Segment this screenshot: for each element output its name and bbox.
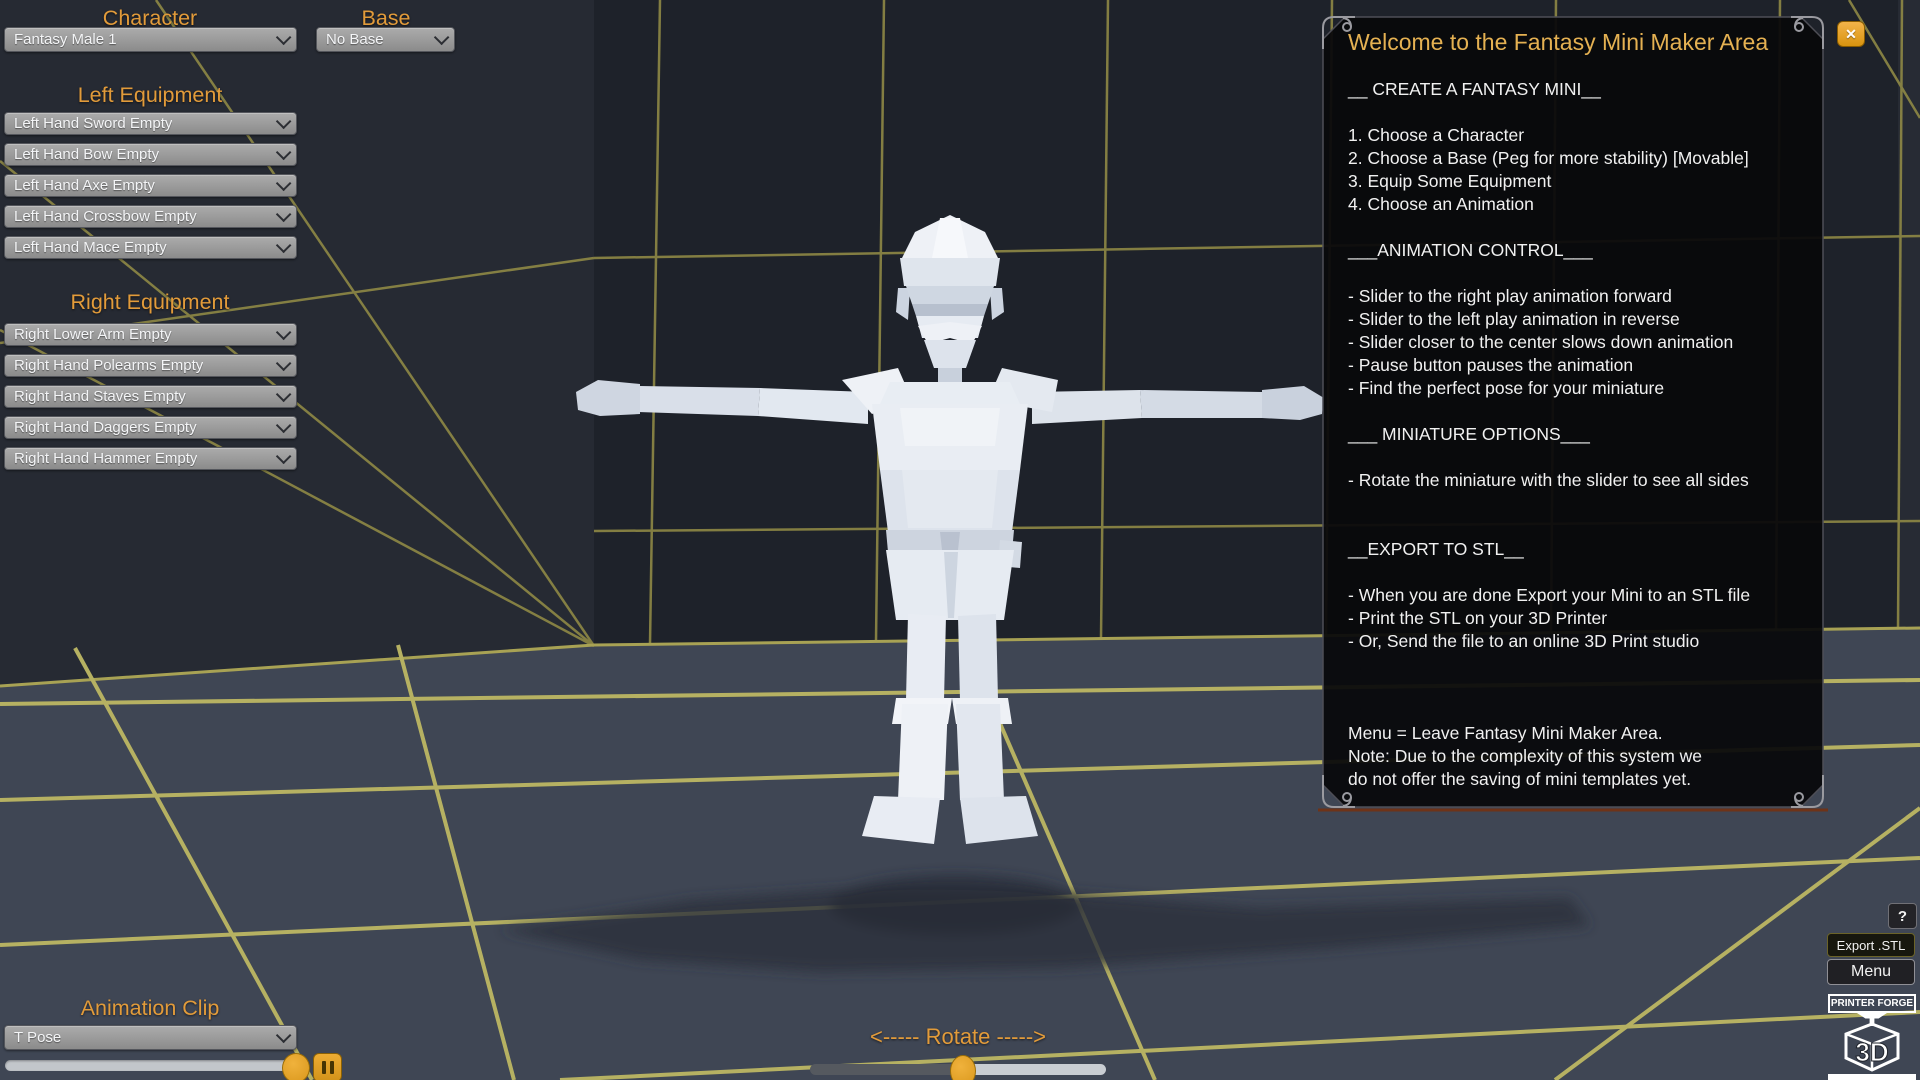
- close-icon[interactable]: ✕: [1837, 21, 1865, 47]
- dropdown-value: Right Hand Polearms Empty: [14, 357, 203, 374]
- dropdown-value: Right Lower Arm Empty: [14, 326, 172, 343]
- dropdown-value: Left Hand Mace Empty: [14, 239, 167, 256]
- dropdown-value: Left Hand Crossbow Empty: [14, 208, 197, 225]
- dropdown-left-hand-bow[interactable]: Left Hand Bow Empty: [4, 143, 297, 166]
- dropdown-left-hand-axe[interactable]: Left Hand Axe Empty: [4, 174, 297, 197]
- logo-wordmark: PRINTER FORGE: [1831, 998, 1913, 1009]
- chevron-down-icon: [276, 30, 292, 46]
- help-panel-title: Welcome to the Fantasy Mini Maker Area: [1348, 29, 1818, 56]
- help-button[interactable]: ?: [1888, 903, 1917, 929]
- logo-base-bar: [1828, 1074, 1916, 1080]
- character-dropdown[interactable]: Fantasy Male 1: [4, 27, 297, 52]
- right-equipment-title: Right Equipment: [0, 290, 300, 315]
- dropdown-value: Left Hand Sword Empty: [14, 115, 172, 132]
- cube-3d-icon: 3D: [1842, 1022, 1902, 1072]
- animation-clip-title: Animation Clip: [0, 996, 300, 1021]
- dropdown-left-hand-mace[interactable]: Left Hand Mace Empty: [4, 236, 297, 259]
- animation-clip-value: T Pose: [14, 1029, 61, 1046]
- chevron-down-icon: [276, 114, 292, 130]
- chevron-down-icon: [276, 325, 292, 341]
- help-panel-body: __ CREATE A FANTASY MINI__ 1. Choose a C…: [1348, 78, 1818, 791]
- logo-3d-text: 3D: [1855, 1037, 1888, 1067]
- chevron-down-icon: [276, 176, 292, 192]
- rotate-slider-track[interactable]: [810, 1064, 963, 1075]
- chevron-down-icon: [276, 356, 292, 372]
- logo-wordmark-frame: PRINTER FORGE: [1828, 994, 1916, 1013]
- chevron-down-icon: [276, 418, 292, 434]
- dropdown-right-hand-staves[interactable]: Right Hand Staves Empty: [4, 385, 297, 408]
- dropdown-value: Right Hand Hammer Empty: [14, 450, 197, 467]
- left-equipment-title: Left Equipment: [0, 83, 300, 108]
- animation-clip-dropdown[interactable]: T Pose: [4, 1025, 297, 1050]
- dropdown-value: Left Hand Axe Empty: [14, 177, 155, 194]
- chevron-down-icon: [276, 387, 292, 403]
- dropdown-left-hand-sword[interactable]: Left Hand Sword Empty: [4, 112, 297, 135]
- base-dropdown-value: No Base: [326, 31, 384, 48]
- rotate-slider-track[interactable]: [963, 1064, 1106, 1075]
- dropdown-left-hand-crossbow[interactable]: Left Hand Crossbow Empty: [4, 205, 297, 228]
- animation-speed-slider-knob[interactable]: [282, 1053, 310, 1080]
- dropdown-right-lower-arm[interactable]: Right Lower Arm Empty: [4, 323, 297, 346]
- chevron-down-icon: [276, 238, 292, 254]
- animation-speed-slider-track[interactable]: [5, 1060, 305, 1071]
- dropdown-value: Left Hand Bow Empty: [14, 146, 159, 163]
- chevron-down-icon: [276, 1028, 292, 1044]
- printer-forge-3d-logo: PRINTER FORGE 3D: [1828, 994, 1916, 1080]
- dropdown-right-hand-polearms[interactable]: Right Hand Polearms Empty: [4, 354, 297, 377]
- pause-button[interactable]: [313, 1053, 342, 1080]
- dropdown-value: Right Hand Daggers Empty: [14, 419, 197, 436]
- dropdown-right-hand-hammer[interactable]: Right Hand Hammer Empty: [4, 447, 297, 470]
- rotate-label: <----- Rotate ----->: [808, 1024, 1108, 1050]
- chevron-down-icon: [276, 449, 292, 465]
- chevron-down-icon: [276, 145, 292, 161]
- character-dropdown-value: Fantasy Male 1: [14, 31, 117, 48]
- pause-icon: [322, 1061, 326, 1074]
- dropdown-value: Right Hand Staves Empty: [14, 388, 186, 405]
- rotate-slider-knob[interactable]: [950, 1055, 976, 1080]
- export-stl-button[interactable]: Export .STL: [1827, 933, 1915, 957]
- dropdown-right-hand-daggers[interactable]: Right Hand Daggers Empty: [4, 416, 297, 439]
- chevron-down-icon: [434, 30, 450, 46]
- chevron-down-icon: [276, 207, 292, 223]
- fantasy-mini-maker-screen: { "theme": { "accent_orange": "#E29B3A",…: [0, 0, 1920, 1080]
- menu-button[interactable]: Menu: [1827, 959, 1915, 985]
- pause-icon: [330, 1061, 334, 1074]
- base-dropdown[interactable]: No Base: [316, 27, 455, 52]
